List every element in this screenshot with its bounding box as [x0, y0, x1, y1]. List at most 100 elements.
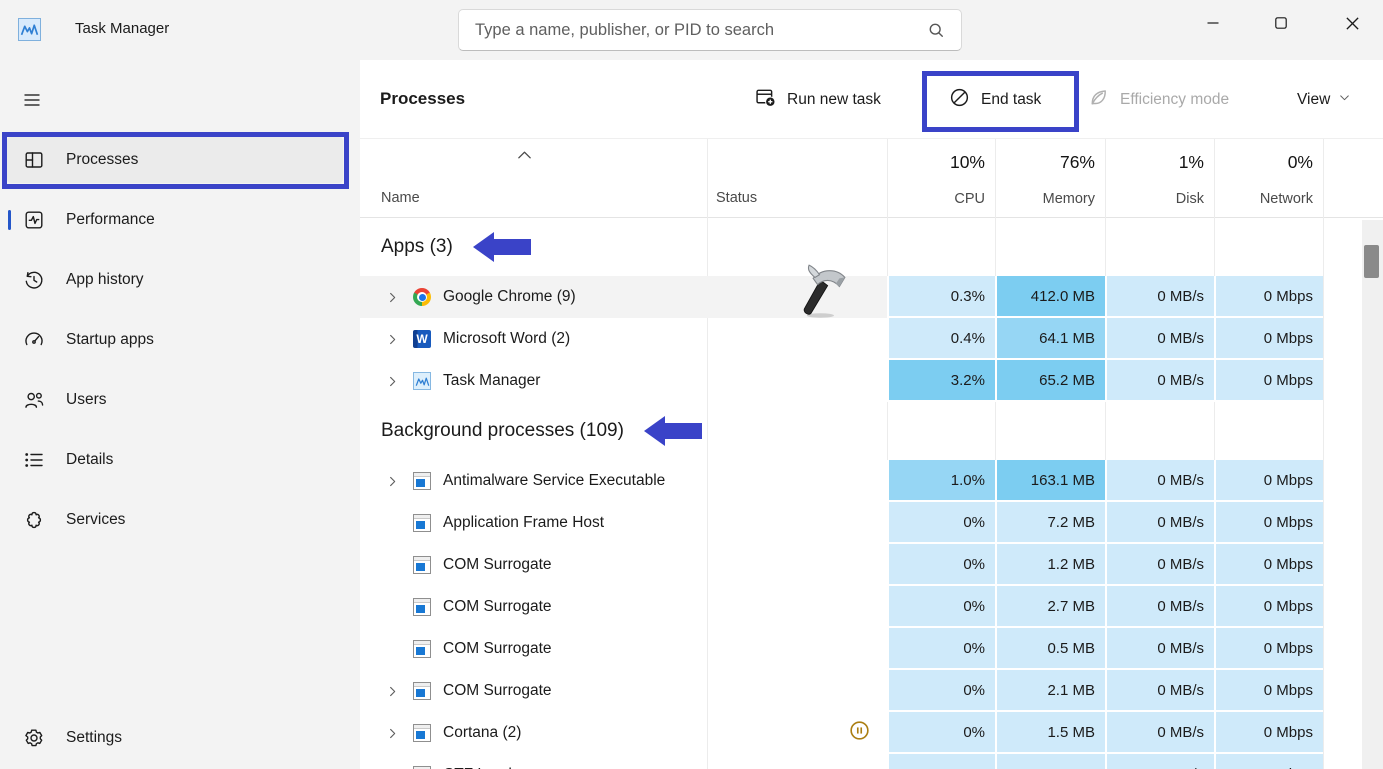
- memory-cell: 163.1 MB: [995, 460, 1105, 502]
- close-button[interactable]: [1329, 0, 1375, 46]
- titlebar: Task Manager: [0, 0, 1383, 60]
- sidebar: Processes Performance App history Startup a…: [0, 60, 360, 769]
- process-name: Application Frame Host: [443, 514, 604, 532]
- minimize-button[interactable]: [1190, 0, 1236, 46]
- sidebar-item-label: Services: [66, 511, 125, 529]
- cpu-cell: 0.3%: [887, 276, 995, 318]
- group-header-apps-3-[interactable]: Apps (3): [360, 218, 1323, 276]
- end-task-button[interactable]: End task: [948, 80, 1041, 120]
- cpu-cell: 0.4%: [887, 318, 995, 360]
- menu-toggle-button[interactable]: [16, 84, 48, 116]
- window-icon: [413, 640, 431, 658]
- process-name-cell: Google Chrome (9): [360, 276, 707, 318]
- details-icon: [22, 448, 46, 472]
- group-header-background-processes-109-[interactable]: Background processes (109): [360, 402, 1323, 460]
- process-name: Cortana (2): [443, 724, 521, 742]
- startup-apps-icon: [22, 328, 46, 352]
- selected-accent-pill: [8, 210, 11, 230]
- sidebar-item-app-history[interactable]: App history: [7, 257, 343, 303]
- cpu-cell: 0%: [887, 670, 995, 712]
- disk-cell: 0 MB/s: [1105, 628, 1214, 670]
- column-header-memory[interactable]: 76% Memory: [995, 139, 1105, 218]
- process-row-cortana-2-[interactable]: Cortana (2)0%1.5 MB0 MB/s0 Mbps: [360, 712, 1323, 754]
- column-header-status[interactable]: Status: [716, 190, 757, 206]
- memory-total-usage: 76%: [1060, 152, 1095, 173]
- efficiency-mode-button[interactable]: Efficiency mode: [1087, 80, 1229, 120]
- process-row-antimalware-service-executable[interactable]: Antimalware Service Executable1.0%163.1 …: [360, 460, 1323, 502]
- sidebar-item-startup-apps[interactable]: Startup apps: [7, 317, 343, 363]
- chrome-icon: [413, 288, 431, 306]
- sidebar-item-label: Startup apps: [66, 331, 154, 349]
- search-box[interactable]: [458, 9, 962, 51]
- scrollbar-thumb[interactable]: [1364, 245, 1379, 278]
- process-name-cell: COM Surrogate: [360, 544, 707, 586]
- process-row-com-surrogate[interactable]: COM Surrogate0%2.1 MB0 MB/s0 Mbps: [360, 670, 1323, 712]
- disk-cell: 0 MB/s: [1105, 754, 1214, 769]
- status-cell: [707, 712, 887, 754]
- window-icon: [413, 682, 431, 700]
- process-row-com-surrogate[interactable]: COM Surrogate0%2.7 MB0 MB/s0 Mbps: [360, 586, 1323, 628]
- chevron-right-icon[interactable]: [385, 474, 401, 489]
- view-menu-button[interactable]: View: [1297, 80, 1351, 120]
- network-cell: 0 Mbps: [1214, 318, 1323, 360]
- task-manager-window: Task Manager Processes Performance App his…: [0, 0, 1383, 769]
- run-new-task-button[interactable]: Run new task: [754, 80, 881, 120]
- disk-cell: 0 MB/s: [1105, 586, 1214, 628]
- sidebar-item-services[interactable]: Services: [7, 497, 343, 543]
- window-icon: [413, 472, 431, 490]
- sidebar-item-processes[interactable]: Processes: [7, 137, 343, 183]
- settings-icon: [22, 726, 46, 750]
- column-header-disk[interactable]: 1% Disk: [1105, 139, 1214, 218]
- search-input[interactable]: [459, 10, 911, 50]
- cpu-cell: 3.2%: [887, 360, 995, 402]
- page-title: Processes: [380, 89, 465, 109]
- memory-cell: 64.1 MB: [995, 318, 1105, 360]
- network-total-usage: 0%: [1288, 152, 1313, 173]
- process-name-cell: Application Frame Host: [360, 502, 707, 544]
- process-name: Antimalware Service Executable: [443, 472, 665, 490]
- sidebar-item-label: Users: [66, 391, 106, 409]
- process-name-cell: COM Surrogate: [360, 586, 707, 628]
- task-manager-icon: [413, 372, 431, 390]
- maximize-button[interactable]: [1258, 0, 1304, 46]
- status-cell: [707, 502, 887, 544]
- disk-cell: 0 MB/s: [1105, 360, 1214, 402]
- sidebar-item-users[interactable]: Users: [7, 377, 343, 423]
- column-header-name[interactable]: Name: [381, 190, 420, 206]
- process-row-com-surrogate[interactable]: COM Surrogate0%0.5 MB0 MB/s0 Mbps: [360, 628, 1323, 670]
- process-row-task-manager[interactable]: Task Manager3.2%65.2 MB0 MB/s0 Mbps: [360, 360, 1323, 402]
- sidebar-item-details[interactable]: Details: [7, 437, 343, 483]
- process-name: COM Surrogate: [443, 556, 552, 574]
- scrollbar-track[interactable]: [1362, 220, 1383, 769]
- chevron-right-icon[interactable]: [385, 290, 401, 305]
- window-icon: [413, 556, 431, 574]
- performance-icon: [22, 208, 46, 232]
- sidebar-item-label: Processes: [66, 151, 138, 169]
- process-row-application-frame-host[interactable]: Application Frame Host0%7.2 MB0 MB/s0 Mb…: [360, 502, 1323, 544]
- network-cell: 0 Mbps: [1214, 586, 1323, 628]
- search-icon[interactable]: [926, 20, 947, 46]
- memory-cell: 1.5 MB: [995, 712, 1105, 754]
- end-task-icon: [948, 86, 971, 114]
- run-new-task-label: Run new task: [787, 91, 881, 109]
- column-header-network[interactable]: 0% Network: [1214, 139, 1323, 218]
- chevron-right-icon[interactable]: [385, 374, 401, 389]
- chevron-right-icon[interactable]: [385, 332, 401, 347]
- memory-cell: 1.7 MB: [995, 754, 1105, 769]
- network-cell: 0 Mbps: [1214, 628, 1323, 670]
- process-row-google-chrome-9-[interactable]: Google Chrome (9)0.3%412.0 MB0 MB/s0 Mbp…: [360, 276, 1323, 318]
- sidebar-item-label: Details: [66, 451, 113, 469]
- sidebar-nav: Processes Performance App history Startup a…: [7, 137, 343, 543]
- sidebar-item-performance[interactable]: Performance: [7, 197, 343, 243]
- memory-cell: 412.0 MB: [995, 276, 1105, 318]
- process-row-com-surrogate[interactable]: COM Surrogate0%1.2 MB0 MB/s0 Mbps: [360, 544, 1323, 586]
- chevron-right-icon[interactable]: [385, 684, 401, 699]
- cpu-cell: 0%: [887, 754, 995, 769]
- memory-cell: 7.2 MB: [995, 502, 1105, 544]
- column-header-cpu[interactable]: 10% CPU: [887, 139, 995, 218]
- sidebar-item-settings[interactable]: Settings: [7, 715, 343, 761]
- process-row-ctf-loader[interactable]: CTF Loader0%1.7 MB0 MB/s0 Mbps: [360, 754, 1323, 769]
- chevron-right-icon[interactable]: [385, 726, 401, 741]
- status-cell: [707, 544, 887, 586]
- process-row-microsoft-word-2-[interactable]: WMicrosoft Word (2)0.4%64.1 MB0 MB/s0 Mb…: [360, 318, 1323, 360]
